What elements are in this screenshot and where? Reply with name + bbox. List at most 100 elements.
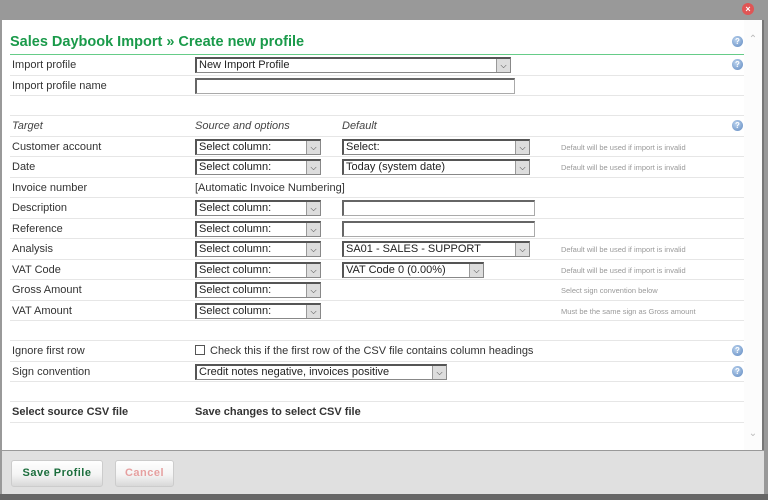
ignore-first-row-row: Ignore first row Check this if the first…	[10, 341, 745, 362]
scrollbar[interactable]: ⌃ ⌄	[744, 20, 762, 450]
dialog-content: Sales Daybook Import » Create new profil…	[10, 24, 745, 423]
default-value: SA01 - SALES - SUPPORT	[346, 243, 481, 255]
chevron-down-icon: ⌵	[306, 202, 320, 215]
chevron-down-icon: ⌵	[515, 161, 529, 174]
csv-row: Select source CSV file Save changes to s…	[10, 402, 745, 423]
source-header: Source and options	[195, 120, 290, 132]
field-note: Default will be used if import is invali…	[561, 245, 686, 254]
help-icon[interactable]: ?	[732, 120, 743, 131]
field-target-label: Analysis	[12, 243, 53, 255]
save-changes-text: Save changes to select CSV file	[195, 406, 361, 418]
field-note: Default will be used if import is invali…	[561, 142, 686, 152]
import-profile-select[interactable]: New Import Profile ⌵	[195, 57, 511, 73]
source-column-select[interactable]: Select column: ⌵	[195, 282, 321, 298]
chevron-down-icon: ⌵	[306, 304, 320, 318]
chevron-down-icon: ⌵	[306, 161, 320, 174]
field-target-label: Invoice number	[12, 181, 88, 194]
bottom-edge	[0, 494, 768, 500]
source-column-select[interactable]: Select column: ⌵	[195, 220, 321, 237]
scroll-down-icon[interactable]: ⌄	[747, 428, 759, 440]
import-profile-value: New Import Profile	[199, 59, 290, 71]
chevron-down-icon: ⌵	[515, 243, 529, 256]
field-row-vat-amount: VAT Amount Select column: ⌵ Must be the s…	[10, 301, 745, 321]
source-column-select[interactable]: Select column: ⌵	[195, 241, 321, 257]
help-icon[interactable]: ?	[732, 345, 743, 356]
field-note: Select sign convention below	[561, 286, 658, 295]
sign-convention-label: Sign convention	[12, 365, 91, 378]
ignore-first-row-text: Check this if the first row of the CSV f…	[210, 345, 534, 357]
field-row-description: Description Select column: ⌵	[10, 198, 745, 219]
spacer	[10, 382, 745, 402]
import-profile-row: Import profile New Import Profile ⌵ ?	[10, 55, 745, 76]
field-target-label: Reference	[12, 222, 63, 235]
source-value: Select column:	[199, 161, 272, 173]
help-icon[interactable]: ?	[732, 36, 743, 47]
chevron-down-icon: ⌵	[306, 140, 320, 154]
sign-convention-row: Sign convention Credit notes negative, i…	[10, 362, 745, 382]
field-target-label: Customer account	[12, 140, 102, 153]
target-header: Target	[12, 120, 43, 132]
sign-convention-select[interactable]: Credit notes negative, invoices positive…	[195, 363, 447, 380]
source-value: Select column:	[199, 243, 272, 255]
customer-default-select[interactable]: Select: ⌵	[342, 138, 530, 155]
source-column-select[interactable]: Select column: ⌵	[195, 261, 321, 278]
default-header: Default	[342, 120, 377, 132]
import-dialog: Sales Daybook Import » Create new profil…	[2, 20, 764, 450]
ignore-first-row-label: Ignore first row	[12, 345, 85, 357]
chevron-down-icon: ⌵	[515, 140, 529, 154]
source-value: Select column:	[199, 222, 272, 235]
default-value: VAT Code 0 (0.00%)	[346, 263, 446, 276]
import-profile-label: Import profile	[12, 59, 77, 71]
chevron-down-icon: ⌵	[306, 263, 320, 277]
cancel-button[interactable]: Cancel	[115, 460, 174, 487]
source-column-select[interactable]: Select column: ⌵	[195, 138, 321, 155]
spacer	[10, 321, 745, 341]
chevron-down-icon: ⌵	[496, 59, 510, 72]
source-value: Select column:	[199, 304, 272, 317]
import-profile-name-label: Import profile name	[12, 79, 107, 92]
import-profile-name-input[interactable]	[195, 77, 515, 94]
analysis-default-select[interactable]: SA01 - SALES - SUPPORT ⌵	[342, 241, 530, 257]
source-value: Select column:	[199, 202, 272, 214]
vat-code-default-select[interactable]: VAT Code 0 (0.00%) ⌵	[342, 261, 484, 278]
source-column-select[interactable]: Select column: ⌵	[195, 302, 321, 319]
field-row-analysis: Analysis Select column: ⌵ SA01 - SALES - …	[10, 239, 745, 260]
field-target-label: Date	[12, 161, 36, 173]
date-default-select[interactable]: Today (system date) ⌵	[342, 159, 530, 175]
chevron-down-icon: ⌵	[306, 284, 320, 297]
default-value: Select:	[346, 140, 380, 153]
field-note: Default will be used if import is invali…	[561, 265, 686, 275]
source-column-select[interactable]: Select column: ⌵	[195, 200, 321, 216]
scroll-up-icon[interactable]: ⌃	[747, 34, 759, 46]
automatic-numbering-text: [Automatic Invoice Numbering]	[195, 181, 345, 194]
select-csv-label: Select source CSV file	[12, 406, 129, 418]
spacer	[10, 96, 745, 116]
chevron-down-icon: ⌵	[306, 222, 320, 236]
save-profile-button[interactable]: Save Profile	[11, 460, 103, 487]
ignore-first-row-checkbox[interactable]	[195, 345, 205, 355]
source-value: Select column:	[199, 140, 272, 153]
help-icon[interactable]: ?	[732, 365, 743, 377]
chevron-down-icon: ⌵	[432, 365, 446, 379]
page-title: Sales Daybook Import » Create new profil…	[10, 34, 305, 50]
field-row-gross-amount: Gross Amount Select column: ⌵ Select sign…	[10, 280, 745, 301]
field-target-label: VAT Amount	[12, 304, 72, 317]
modal-top-bar: ×	[0, 0, 768, 20]
description-default-input[interactable]	[342, 200, 535, 216]
reference-default-input[interactable]	[342, 220, 535, 237]
field-row-reference: Reference Select column: ⌵	[10, 219, 745, 239]
source-column-select[interactable]: Select column: ⌵	[195, 159, 321, 175]
field-row-customer-account: Customer account Select column: ⌵ Select:…	[10, 137, 745, 157]
dialog-footer: Save Profile Cancel	[2, 450, 764, 494]
default-value: Today (system date)	[346, 161, 446, 173]
help-icon[interactable]: ?	[732, 59, 743, 70]
field-note: Default will be used if import is invali…	[561, 163, 686, 172]
sign-convention-value: Credit notes negative, invoices positive	[199, 365, 390, 378]
close-icon[interactable]: ×	[742, 3, 754, 15]
field-note: Must be the same sign as Gross amount	[561, 306, 696, 316]
field-row-vat-code: VAT Code Select column: ⌵ VAT Code 0 (0.0…	[10, 260, 745, 280]
chevron-down-icon: ⌵	[306, 243, 320, 256]
field-target-label: VAT Code	[12, 263, 61, 276]
field-target-label: Description	[12, 202, 68, 214]
field-target-label: Gross Amount	[12, 284, 82, 296]
